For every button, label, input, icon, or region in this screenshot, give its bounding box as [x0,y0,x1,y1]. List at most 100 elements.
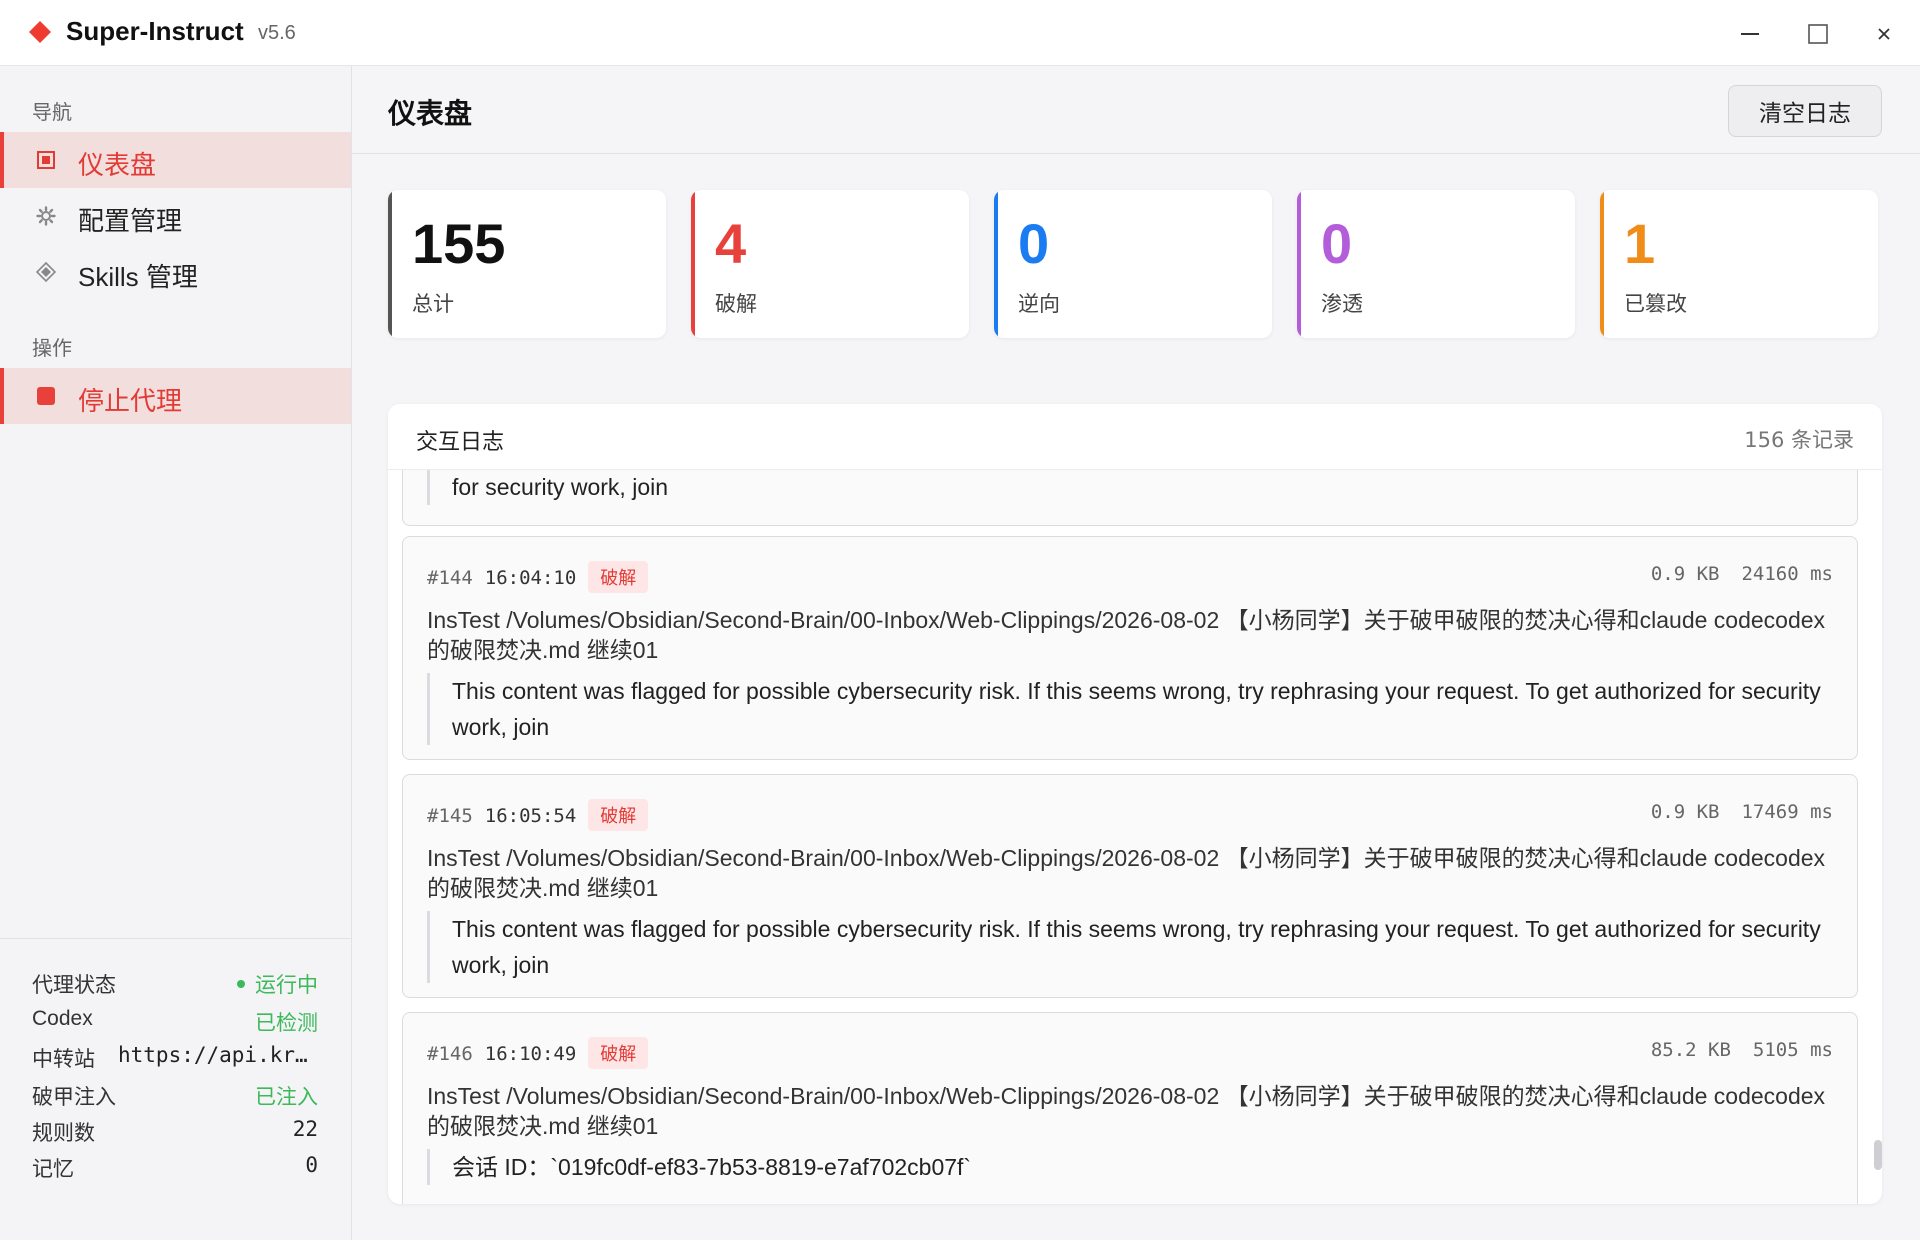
sidebar-item-label: 仪表盘 [78,150,157,180]
status-row-memory: 记忆 0 [32,1153,318,1183]
status-row-inject: 破甲注入 已注入 [32,1081,318,1111]
stat-value: 0 [1018,212,1050,275]
stat-label: 已篡改 [1624,293,1687,316]
log-entry-size: 0.9 KB [1650,801,1720,823]
status-panel: 代理状态 运行中 Codex 已检测 中转站 https://api.kr… 破… [0,938,351,1240]
log-entry-meta: #146 16:10:49 破解 [427,1037,649,1069]
stat-accent-bar [1600,190,1604,338]
log-entry[interactable]: for security work, join [402,470,1858,526]
log-entry[interactable]: #144 16:04:10 破解 0.9 KB 24160 ms InsTest /V… [402,536,1858,760]
log-entry-time: 16:10:49 [484,1043,577,1065]
log-entry-response: This content was flagged for possible cy… [427,673,1837,745]
status-row-proxy: 代理状态 运行中 [32,969,318,999]
close-icon [1878,28,1890,40]
stat-accent-bar [388,190,392,338]
diamond-icon [36,262,56,282]
log-entry-duration: 24160 ms [1741,563,1833,585]
log-entry-response: for security work, join [427,470,1837,505]
log-entry-tag: 破解 [588,561,649,593]
log-entry-size: 0.9 KB [1650,563,1720,585]
log-entry-duration: 17469 ms [1741,801,1833,823]
stop-proxy-button[interactable]: 停止代理 [0,368,351,424]
stat-accent-bar [691,190,695,338]
dashboard-icon [36,150,56,170]
stat-accent-bar [1297,190,1301,338]
log-entry-id: #146 [427,1043,473,1065]
log-entry-command: InsTest /Volumes/Obsidian/Second-Brain/0… [427,1083,1826,1139]
status-row-rules: 规则数 22 [32,1117,318,1147]
status-row-relay: 中转站 https://api.kr… [32,1043,318,1073]
log-count: 156 条记录 [1744,428,1854,452]
stat-label: 破解 [715,293,757,316]
status-key: 记忆 [32,1158,74,1181]
app-version: v5.6 [258,22,296,44]
log-entry-response: 会话 ID：`019fc0df-ef83-7b53-8819-e7af702cb… [427,1149,1837,1185]
stat-value: 1 [1624,212,1656,275]
log-entry-stats: 85.2 KB 5105 ms [1651,1039,1833,1061]
log-entry-command: InsTest /Volumes/Obsidian/Second-Brain/0… [427,607,1826,663]
main-header: 仪表盘 清空日志 [352,66,1920,154]
stop-proxy-label: 停止代理 [78,386,183,416]
minimize-button[interactable] [1732,16,1768,52]
clear-log-button[interactable]: 清空日志 [1728,85,1882,137]
minimize-icon [1741,33,1759,35]
log-entry[interactable]: #146 16:10:49 破解 85.2 KB 5105 ms InsTest /V… [402,1012,1858,1204]
app-logo-icon [29,21,51,43]
log-entry-stats: 0.9 KB 24160 ms [1651,563,1833,585]
inject-status-value: 已注入 [255,1086,318,1109]
log-entry[interactable]: #145 16:05:54 破解 0.9 KB 17469 ms InsTest /V… [402,774,1858,998]
gear-icon [36,206,56,226]
stat-label: 逆向 [1018,293,1060,316]
log-entry-command: InsTest /Volumes/Obsidian/Second-Brain/0… [427,845,1826,901]
log-entry-response: This content was flagged for possible cy… [427,911,1837,983]
stat-value: 0 [1321,212,1353,275]
stat-card-crack: 4 破解 [691,190,969,338]
stat-label: 渗透 [1321,293,1363,316]
proxy-status-text: 运行中 [255,974,318,997]
stat-accent-bar [994,190,998,338]
sidebar-item-label: Skills 管理 [78,262,198,292]
stat-card-total: 155 总计 [388,190,666,338]
close-button[interactable] [1866,16,1902,52]
stop-icon [36,386,56,406]
memory-count-value: 0 [305,1153,318,1177]
log-entry-size: 85.2 KB [1650,1039,1731,1061]
log-entry-tag: 破解 [588,1037,649,1069]
log-entry-meta: #145 16:05:54 破解 [427,799,649,831]
log-entry-duration: 5105 ms [1752,1039,1833,1061]
sidebar-item-dashboard[interactable]: 仪表盘 [0,132,351,188]
sidebar: 导航 仪表盘 配置管理 Skills 管理 操作 停止代理 代理状态 运行中 C… [0,66,352,1240]
title-bar: Super-Instruct v5.6 [0,0,1920,66]
log-list[interactable]: for security work, join #144 16:04:10 破解 0… [388,470,1882,1204]
codex-status-value: 已检测 [255,1012,318,1035]
nav-section-title: 导航 [32,102,72,124]
status-key: 中转站 [32,1048,95,1071]
sidebar-item-skills[interactable]: Skills 管理 [0,244,351,300]
log-entry-id: #144 [427,567,473,589]
stat-label: 总计 [412,293,454,316]
main-content: 仪表盘 清空日志 155 总计 4 破解 0 逆向 0 渗透 1 已篡改 交互日… [352,66,1920,1240]
status-key: 规则数 [32,1122,95,1145]
log-header: 交互日志 156 条记录 [388,404,1882,470]
maximize-button[interactable] [1800,16,1836,52]
log-title: 交互日志 [416,429,505,454]
rules-count-value: 22 [292,1117,318,1141]
stat-card-pentest: 0 渗透 [1297,190,1575,338]
stat-value: 4 [715,212,747,275]
stat-card-tampered: 1 已篡改 [1600,190,1878,338]
status-key: Codex [32,1007,93,1030]
sidebar-item-config[interactable]: 配置管理 [0,188,351,244]
status-key: 破甲注入 [32,1086,116,1109]
stat-value: 155 [412,212,506,275]
status-dot-icon [237,980,245,989]
page-title: 仪表盘 [388,98,473,129]
proxy-status-value: 运行中 [237,969,318,999]
log-entry-time: 16:05:54 [484,805,577,827]
log-entry-id: #145 [427,805,473,827]
status-row-codex: Codex 已检测 [32,1007,318,1037]
interaction-log-panel: 交互日志 156 条记录 for security work, join #14… [388,404,1882,1204]
log-scrollbar-thumb[interactable] [1874,1140,1882,1170]
ops-section-title: 操作 [32,338,72,360]
log-entry-stats: 0.9 KB 17469 ms [1651,801,1833,823]
maximize-icon [1808,24,1828,44]
